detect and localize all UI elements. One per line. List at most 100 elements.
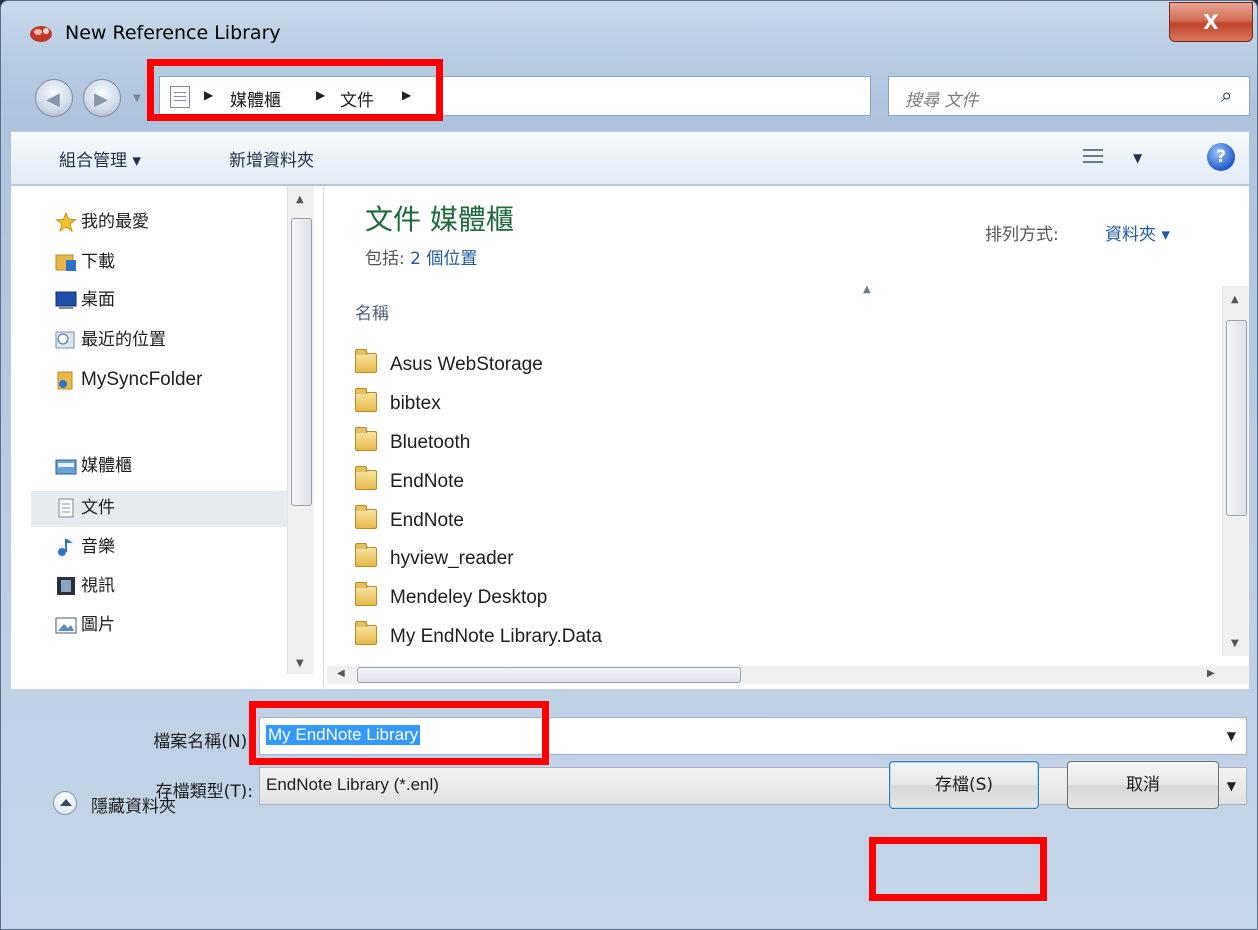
folder-name: Bluetooth <box>390 432 471 453</box>
column-header-name[interactable]: 名稱 <box>355 299 389 324</box>
sync-folder-icon <box>57 371 73 390</box>
filetype-value: EndNote Library (*.enl) <box>266 775 439 794</box>
nav-music-label: 音樂 <box>81 537 115 557</box>
search-icon[interactable]: ⌕ <box>1221 83 1232 107</box>
scrollbar-thumb[interactable] <box>291 218 312 506</box>
nav-videos-label: 視訊 <box>81 576 115 596</box>
nav-downloads-label: 下載 <box>81 252 115 272</box>
hide-folders-button[interactable]: 隱藏資料夾 <box>91 792 176 817</box>
browser-area: 我的最愛 下載 桌面 最近的位置 MySyncFolder 媒體櫃 文件 音樂 … <box>11 186 1249 689</box>
back-button[interactable]: ◀ <box>35 79 73 117</box>
nav-favorites-label: 我的最愛 <box>81 212 149 232</box>
folder-icon <box>355 466 377 490</box>
content-pane: 文件 媒體櫃 包括: 2 個位置 排列方式: 資料夾 ▾ ▲ 名稱 Asus W… <box>325 186 1249 689</box>
nav-videos[interactable]: 視訊 <box>57 570 115 602</box>
search-box[interactable]: 搜尋 文件 ⌕ <box>888 76 1250 116</box>
view-dropdown-icon[interactable]: ▼ <box>1133 151 1142 165</box>
folder-name: EndNote <box>390 510 464 531</box>
nav-favorites[interactable]: 我的最愛 <box>55 206 149 238</box>
library-includes: 包括: 2 個位置 <box>365 244 477 269</box>
save-button[interactable]: 存檔(S) <box>889 761 1039 809</box>
scroll-down-icon[interactable]: ▼ <box>1231 638 1239 649</box>
cancel-button[interactable]: 取消 <box>1067 761 1219 809</box>
close-icon: X <box>1203 10 1219 34</box>
scrollbar-thumb[interactable] <box>1226 320 1247 516</box>
folder-name: Mendeley Desktop <box>390 587 548 608</box>
documents-icon <box>58 498 74 518</box>
scroll-left-icon[interactable]: ◀ <box>337 668 345 679</box>
folder-icon <box>355 505 377 529</box>
navigation-pane-scrollbar[interactable]: ▲ ▼ <box>287 186 314 674</box>
endnote-app-icon <box>30 26 52 42</box>
scrollbar-thumb[interactable] <box>357 667 741 683</box>
includes-locations-link[interactable]: 2 個位置 <box>410 249 477 269</box>
folder-name: hyview_reader <box>390 548 514 569</box>
forward-button[interactable]: ▶ <box>83 79 121 117</box>
nav-mysyncfolder[interactable]: MySyncFolder <box>57 364 203 396</box>
file-list-horizontal-scrollbar[interactable]: ◀ ▶ <box>327 666 1249 684</box>
pictures-icon <box>55 617 77 634</box>
list-item[interactable]: EndNote <box>355 463 464 501</box>
nav-music[interactable]: 音樂 <box>58 531 115 563</box>
sort-ascending-icon: ▲ <box>863 284 871 295</box>
libraries-icon <box>55 459 77 475</box>
nav-desktop-label: 桌面 <box>81 290 115 310</box>
nav-documents-label: 文件 <box>81 498 115 518</box>
folder-name: Asus WebStorage <box>390 354 543 375</box>
folder-icon <box>355 388 377 412</box>
arrange-by-dropdown[interactable]: 資料夾 ▾ <box>1105 220 1170 245</box>
recent-pages-dropdown-icon[interactable]: ▼ <box>133 93 141 104</box>
star-icon <box>55 212 77 232</box>
library-title: 文件 媒體櫃 <box>365 203 514 236</box>
folder-icon <box>355 621 377 645</box>
window-title: New Reference Library <box>65 22 281 44</box>
includes-label: 包括: <box>365 249 405 269</box>
file-list-vertical-scrollbar[interactable]: ▲ ▼ <box>1222 286 1249 656</box>
save-options-panel: 檔案名稱(N): My EndNote Library ▼ 存檔類型(T): E… <box>11 691 1249 927</box>
back-arrow-icon: ◀ <box>46 89 60 110</box>
folder-name: bibtex <box>390 393 441 414</box>
nav-mysyncfolder-label: MySyncFolder <box>81 369 203 390</box>
downloads-folder-icon <box>55 254 76 271</box>
address-highlight-box <box>147 59 443 121</box>
list-item[interactable]: Asus WebStorage <box>355 346 543 384</box>
arrange-by-label: 排列方式: <box>985 225 1059 245</box>
nav-pictures[interactable]: 圖片 <box>55 609 115 641</box>
nav-documents[interactable]: 文件 <box>58 492 115 524</box>
nav-pictures-label: 圖片 <box>81 615 115 635</box>
filetype-dropdown-icon[interactable]: ▼ <box>1227 779 1236 793</box>
list-item[interactable]: Mendeley Desktop <box>355 579 547 617</box>
nav-desktop[interactable]: 桌面 <box>55 284 115 316</box>
hide-folders-icon[interactable] <box>53 791 77 815</box>
filename-label: 檔案名稱(N): <box>153 732 253 752</box>
list-item[interactable]: My EndNote Library.Data <box>355 618 602 656</box>
scroll-down-icon[interactable]: ▼ <box>296 658 304 669</box>
folder-name: EndNote <box>390 471 464 492</box>
save-button-highlight-box <box>869 837 1047 901</box>
music-icon <box>58 539 73 556</box>
nav-downloads[interactable]: 下載 <box>55 246 115 278</box>
close-button[interactable]: X <box>1169 2 1253 42</box>
navigation-pane: 我的最愛 下載 桌面 最近的位置 MySyncFolder 媒體櫃 文件 音樂 … <box>11 186 324 689</box>
organize-button[interactable]: 組合管理 ▾ <box>59 146 141 171</box>
view-options-icon[interactable] <box>1083 147 1103 165</box>
help-icon[interactable]: ? <box>1207 143 1235 171</box>
folder-icon <box>355 349 377 373</box>
list-item[interactable]: EndNote <box>355 502 464 540</box>
nav-libraries[interactable]: 媒體櫃 <box>55 450 132 482</box>
scroll-up-icon[interactable]: ▲ <box>1231 294 1239 305</box>
new-folder-button[interactable]: 新增資料夾 <box>229 146 314 171</box>
nav-recent-places[interactable]: 最近的位置 <box>55 324 166 356</box>
filename-highlight-box <box>249 701 549 765</box>
list-item[interactable]: hyview_reader <box>355 540 514 578</box>
scroll-up-icon[interactable]: ▲ <box>296 194 304 205</box>
recent-places-icon <box>55 331 75 349</box>
desktop-icon <box>55 291 77 309</box>
list-item[interactable]: Bluetooth <box>355 424 470 462</box>
list-item[interactable]: bibtex <box>355 385 441 423</box>
scroll-right-icon[interactable]: ▶ <box>1207 668 1215 679</box>
folder-icon <box>355 582 377 606</box>
forward-arrow-icon: ▶ <box>94 89 108 110</box>
save-dialog: New Reference Library X ◀ ▶ ▼ ▶ 媒體櫃 ▶ 文件… <box>0 0 1258 930</box>
filename-dropdown-icon[interactable]: ▼ <box>1227 729 1236 743</box>
